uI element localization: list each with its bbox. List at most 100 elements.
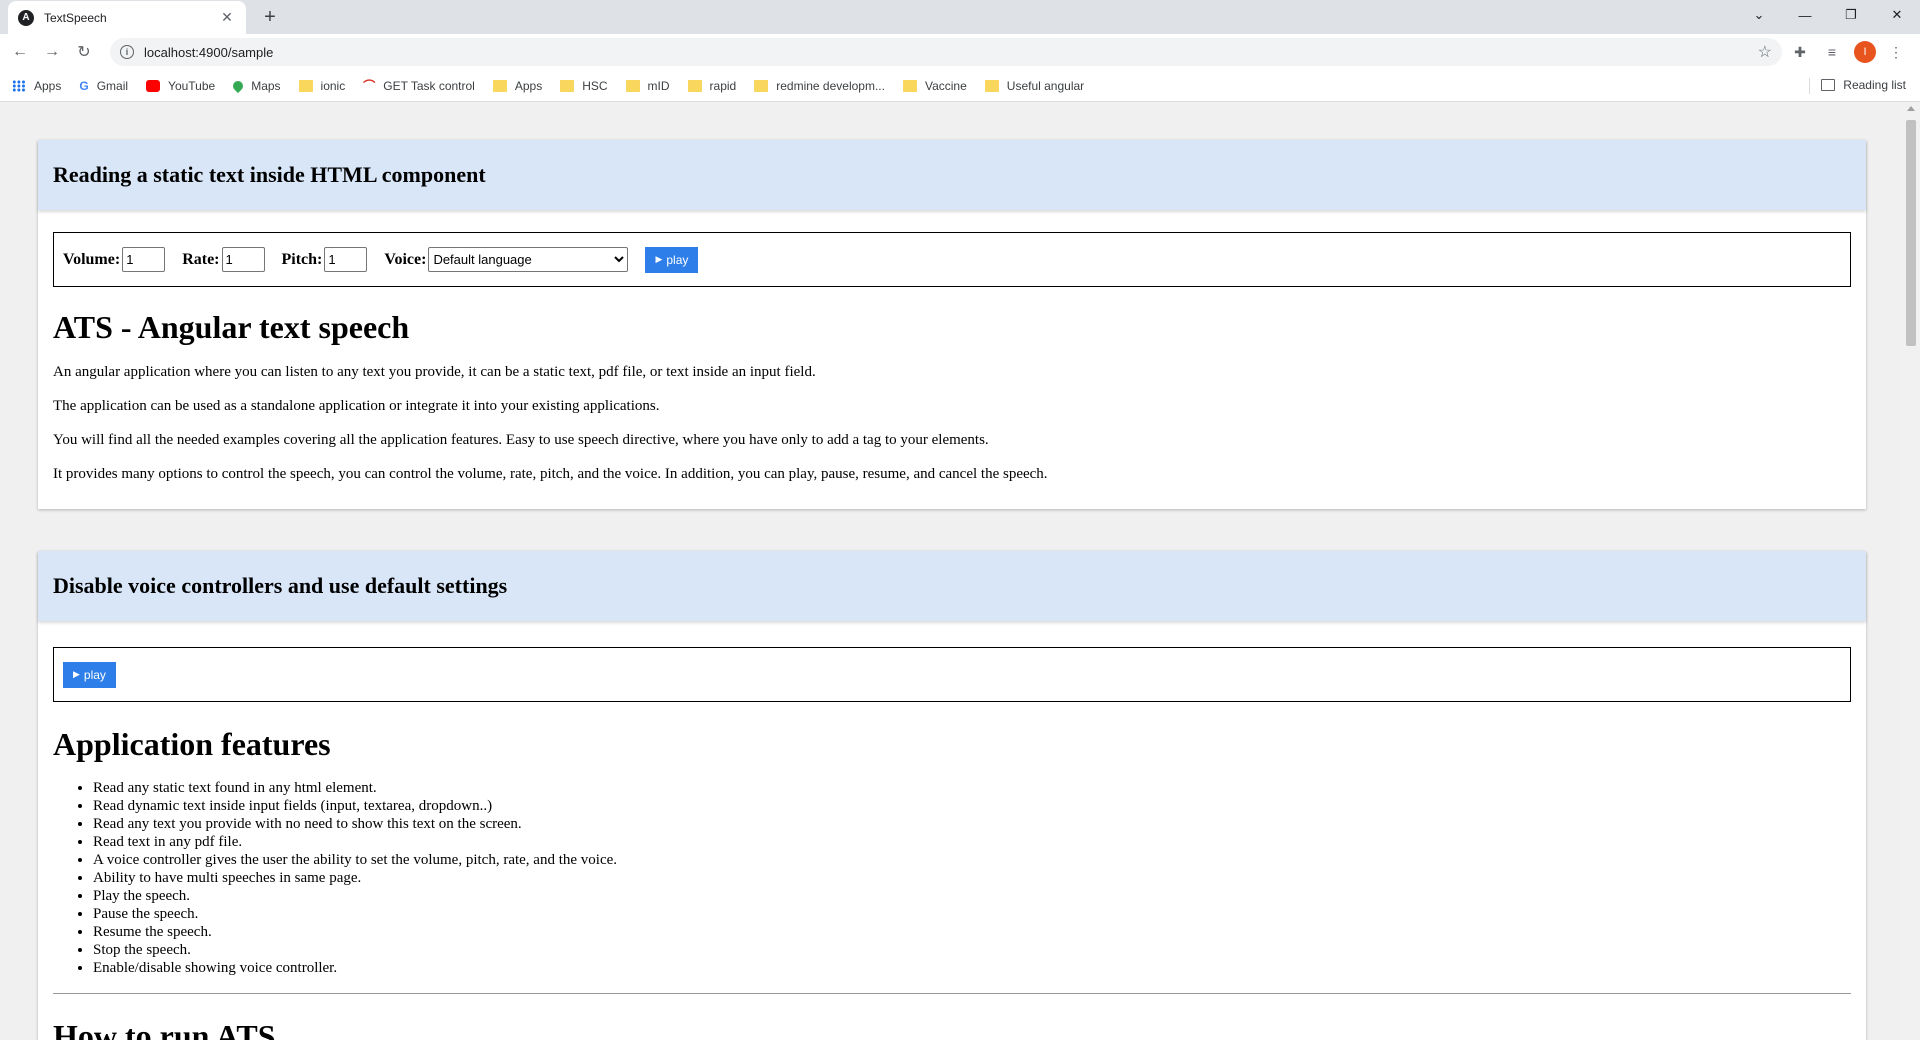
section-header: Disable voice controllers and use defaul… xyxy=(38,551,1866,621)
apps-icon xyxy=(12,79,26,92)
bookmark-mid[interactable]: mID xyxy=(625,79,670,93)
profile-avatar[interactable]: I xyxy=(1854,41,1876,63)
list-item: Read any static text found in any html e… xyxy=(93,779,1851,797)
scroll-up-icon[interactable] xyxy=(1907,106,1915,111)
divider xyxy=(53,993,1851,994)
voice-controller: ▶ play xyxy=(53,647,1851,702)
folder-icon xyxy=(298,79,313,92)
angular-icon: A xyxy=(18,9,34,26)
restore-button[interactable]: ❐ xyxy=(1828,0,1874,30)
intro-paragraph: An angular application where you can lis… xyxy=(53,364,816,380)
media-control-icon[interactable]: ≡ xyxy=(1820,40,1844,64)
list-item: Read text in any pdf file. xyxy=(93,833,1851,851)
card-body: Volume: Rate: Pitch: Voice: Default lang… xyxy=(38,210,1866,509)
volume-input[interactable] xyxy=(122,247,166,272)
card-body: ▶ play Application features Read any sta… xyxy=(38,621,1866,1040)
tab-search-icon[interactable]: ⌄ xyxy=(1736,0,1782,30)
static-text-card: Reading a static text inside HTML compon… xyxy=(38,140,1866,509)
folder-icon xyxy=(687,79,702,92)
page-title: ATS - Angular text speech xyxy=(53,309,410,345)
bookmark-apps-folder[interactable]: Apps xyxy=(492,79,542,93)
features-list: Read any static text found in any html e… xyxy=(93,779,1851,977)
features-title: Application features xyxy=(53,726,331,762)
voice-label: Voice: xyxy=(384,250,427,268)
play-button[interactable]: ▶ play xyxy=(645,246,699,273)
list-item: Enable/disable showing voice controller. xyxy=(93,959,1851,977)
how-to-run-title: How to run ATS xyxy=(53,1018,276,1040)
folder-icon xyxy=(754,79,769,92)
window-controls: ⌄ — ❐ ✕ xyxy=(1736,0,1920,30)
bookmark-hsc[interactable]: HSC xyxy=(560,79,608,93)
list-item: Stop the speech. xyxy=(93,941,1851,959)
folder-icon xyxy=(984,79,999,92)
bookmark-rapid[interactable]: rapid xyxy=(687,79,736,93)
pitch-control: Pitch: xyxy=(282,247,368,272)
youtube-icon xyxy=(146,79,161,92)
maps-icon xyxy=(231,78,246,93)
bookmark-redmine[interactable]: redmine developm... xyxy=(754,79,885,93)
task-control-icon: ⌒ xyxy=(363,79,376,93)
bookmark-star-icon[interactable]: ☆ xyxy=(1758,42,1772,62)
bookmark-maps[interactable]: Maps xyxy=(231,78,281,93)
tab-strip: A TextSpeech ✕ + ⌄ — ❐ ✕ xyxy=(0,0,1920,34)
browser-chrome: A TextSpeech ✕ + ⌄ — ❐ ✕ ← → ↻ i localho… xyxy=(0,0,1920,102)
list-item: A voice controller gives the user the ab… xyxy=(93,851,1851,869)
play-icon: ▶ xyxy=(73,669,80,679)
rate-input[interactable] xyxy=(221,247,265,272)
google-icon: G xyxy=(79,78,89,93)
back-icon[interactable]: ← xyxy=(8,40,32,64)
list-item: Read dynamic text inside input fields (i… xyxy=(93,797,1851,815)
reading-list-button[interactable]: Reading list xyxy=(1821,78,1906,92)
browser-toolbar: ← → ↻ i localhost:4900/sample ☆ ✚ ≡ I ⋮ xyxy=(0,34,1920,70)
voice-control: Voice: Default language xyxy=(384,247,629,272)
rate-control: Rate: xyxy=(182,247,265,272)
page-viewport: Reading a static text inside HTML compon… xyxy=(0,102,1902,1040)
bookmark-vaccine[interactable]: Vaccine xyxy=(902,79,967,93)
forward-icon[interactable]: → xyxy=(40,40,64,64)
address-bar[interactable]: i localhost:4900/sample ☆ xyxy=(110,38,1782,66)
bookmark-ionic[interactable]: ionic xyxy=(298,79,345,93)
reload-icon[interactable]: ↻ xyxy=(72,40,96,64)
intro-paragraph: You will find all the needed examples co… xyxy=(53,432,989,448)
reading-list-icon xyxy=(1821,79,1836,91)
intro-paragraph: The application can be used as a standal… xyxy=(53,398,660,414)
pitch-input[interactable] xyxy=(324,247,368,272)
folder-icon xyxy=(625,79,640,92)
play-label: play xyxy=(83,667,106,682)
list-item: Play the speech. xyxy=(93,887,1851,905)
menu-icon[interactable]: ⋮ xyxy=(1884,40,1908,64)
tab-title: TextSpeech xyxy=(44,10,107,25)
volume-control: Volume: xyxy=(63,247,166,272)
bookmark-youtube[interactable]: YouTube xyxy=(146,79,215,93)
play-label: play xyxy=(666,252,689,267)
default-settings-card: Disable voice controllers and use defaul… xyxy=(38,551,1866,1040)
list-item: Ability to have multi speeches in same p… xyxy=(93,869,1851,887)
page-scrollbar[interactable] xyxy=(1902,102,1920,1040)
volume-label: Volume: xyxy=(63,250,121,268)
close-window-button[interactable]: ✕ xyxy=(1874,0,1920,30)
bookmarks-bar: Apps G Gmail YouTube Maps ionic ⌒ GET Task… xyxy=(0,70,1920,102)
bookmark-useful-angular[interactable]: Useful angular xyxy=(984,79,1084,93)
bookmark-gmail[interactable]: G Gmail xyxy=(79,79,128,93)
folder-icon xyxy=(560,79,575,92)
pitch-label: Pitch: xyxy=(281,250,323,268)
rate-label: Rate: xyxy=(182,250,220,268)
play-button[interactable]: ▶ play xyxy=(63,661,116,688)
play-icon: ▶ xyxy=(655,254,663,264)
info-icon[interactable]: i xyxy=(120,45,134,59)
voice-controller: Volume: Rate: Pitch: Voice: Default lang… xyxy=(53,232,1851,287)
close-icon[interactable]: ✕ xyxy=(218,9,236,26)
bookmark-apps[interactable]: Apps xyxy=(12,79,61,93)
extensions-icon[interactable]: ✚ xyxy=(1788,40,1812,64)
section-header: Reading a static text inside HTML compon… xyxy=(38,140,1866,210)
scrollbar-thumb[interactable] xyxy=(1906,120,1916,346)
new-tab-button[interactable]: + xyxy=(258,6,282,30)
folder-icon xyxy=(902,79,917,92)
minimize-button[interactable]: — xyxy=(1782,0,1828,30)
voice-select[interactable]: Default language xyxy=(428,247,629,272)
folder-icon xyxy=(492,79,507,92)
bookmark-task-control[interactable]: ⌒ GET Task control xyxy=(363,77,475,94)
url-text[interactable]: localhost:4900/sample xyxy=(144,45,1758,60)
bookmarks-divider xyxy=(1809,78,1810,94)
browser-tab[interactable]: A TextSpeech ✕ xyxy=(8,1,246,34)
